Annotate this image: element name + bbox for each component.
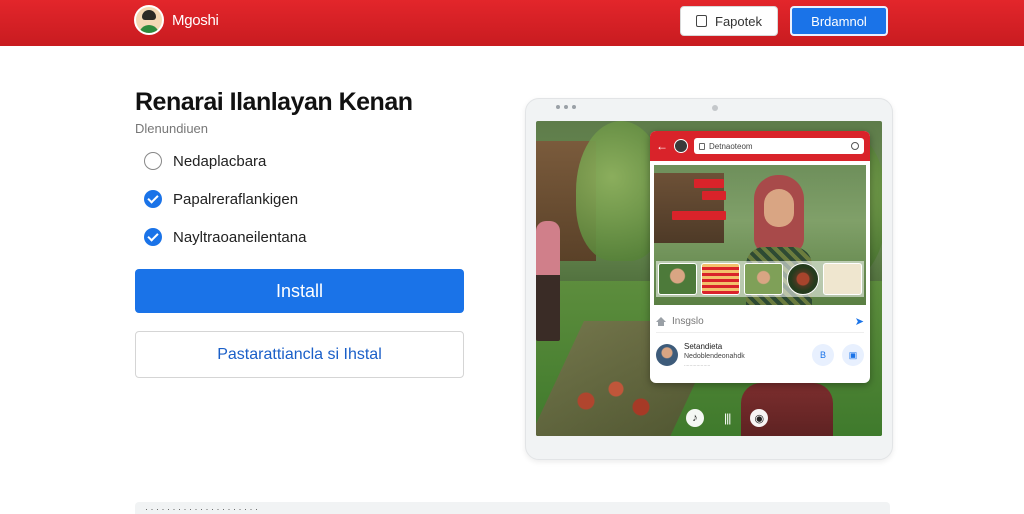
app-window[interactable]: ← Detnaoteom Insgslo ➤ Setandieta Nedobl… (650, 131, 870, 383)
brand-name: Mgoshi (172, 11, 219, 29)
list-item-name: Setandieta (684, 342, 723, 351)
thumbnail[interactable] (823, 263, 862, 295)
file-icon (699, 142, 705, 150)
device-screen: ← Detnaoteom Insgslo ➤ Setandieta Nedobl… (536, 121, 882, 436)
app-toolbar: ← Detnaoteom (650, 131, 870, 161)
photo-banner (702, 191, 726, 200)
brdamnol-button[interactable]: Brdamnol (790, 6, 888, 36)
option-3[interactable]: Nayltraoaneilentana (144, 228, 306, 246)
list-item[interactable]: Setandieta Nedoblendeonahdk ............… (656, 337, 864, 373)
fapotek-button-label: Fapotek (715, 13, 762, 29)
option-2[interactable]: Papalreraflankigen (144, 190, 298, 208)
record-icon[interactable]: ◉ (750, 409, 769, 427)
thumbnail[interactable] (658, 263, 697, 295)
option-1[interactable]: Nedaplacbara (144, 152, 266, 170)
thumbnail[interactable] (787, 263, 819, 295)
install-button[interactable]: Install (135, 269, 464, 313)
person-left (536, 221, 560, 341)
bookmark-button[interactable]: B (812, 344, 834, 366)
file-icon (696, 15, 707, 27)
thumbnail[interactable] (701, 263, 740, 295)
app-nav-row[interactable]: Insgslo ➤ (656, 311, 864, 333)
app-avatar[interactable] (674, 139, 688, 153)
media-controls: ♪ ||| ◉ (686, 409, 769, 427)
option-2-checked-icon[interactable] (144, 190, 162, 208)
app-url-bar[interactable]: Detnaoteom (694, 138, 864, 154)
fapotek-button[interactable]: Fapotek (680, 6, 778, 36)
photo-banner (672, 211, 726, 220)
app-nav-text: Insgslo (672, 316, 704, 327)
pause-icon[interactable]: ||| (724, 411, 731, 425)
page-title: Renarai Ilanlayan Kenan (135, 88, 413, 116)
brand[interactable]: Mgoshi (134, 5, 219, 35)
option-2-label: Papalreraflankigen (173, 190, 299, 208)
device-mockup: ← Detnaoteom Insgslo ➤ Setandieta Nedobl… (525, 98, 893, 460)
option-3-label: Nayltraoaneilentana (173, 228, 307, 246)
app-photo (654, 165, 866, 305)
app-url-text: Detnaoteom (709, 141, 753, 151)
device-indicator-dots (556, 105, 576, 109)
list-item-meta: ................... (684, 362, 711, 368)
top-header: Mgoshi Fapotek Brdamnol (0, 0, 1024, 46)
option-3-checked-icon[interactable] (144, 228, 162, 246)
device-camera (712, 105, 718, 111)
brand-avatar (134, 5, 164, 35)
search-icon[interactable] (851, 142, 859, 150)
thumbnail[interactable] (744, 263, 783, 295)
music-note-icon[interactable]: ♪ (686, 409, 704, 427)
photo-thumbnails (656, 261, 864, 297)
list-item-subtitle: Nedoblendeonahdk (684, 353, 745, 360)
bottom-info-bar: · · · · · · · · · · · · · · · · · · · · … (135, 502, 890, 514)
option-1-radio[interactable] (144, 152, 162, 170)
back-arrow-icon[interactable]: ← (656, 139, 668, 153)
option-1-label: Nedaplacbara (173, 152, 267, 170)
photo-banner (694, 179, 724, 188)
page-subtitle: Dlenundiuen (135, 121, 209, 136)
alternate-install-button[interactable]: Pastarattiancla si Ihstal (135, 331, 464, 378)
send-icon[interactable]: ➤ (855, 315, 864, 328)
share-button[interactable]: ▣ (842, 344, 864, 366)
home-icon[interactable] (656, 317, 666, 326)
avatar (656, 344, 678, 366)
